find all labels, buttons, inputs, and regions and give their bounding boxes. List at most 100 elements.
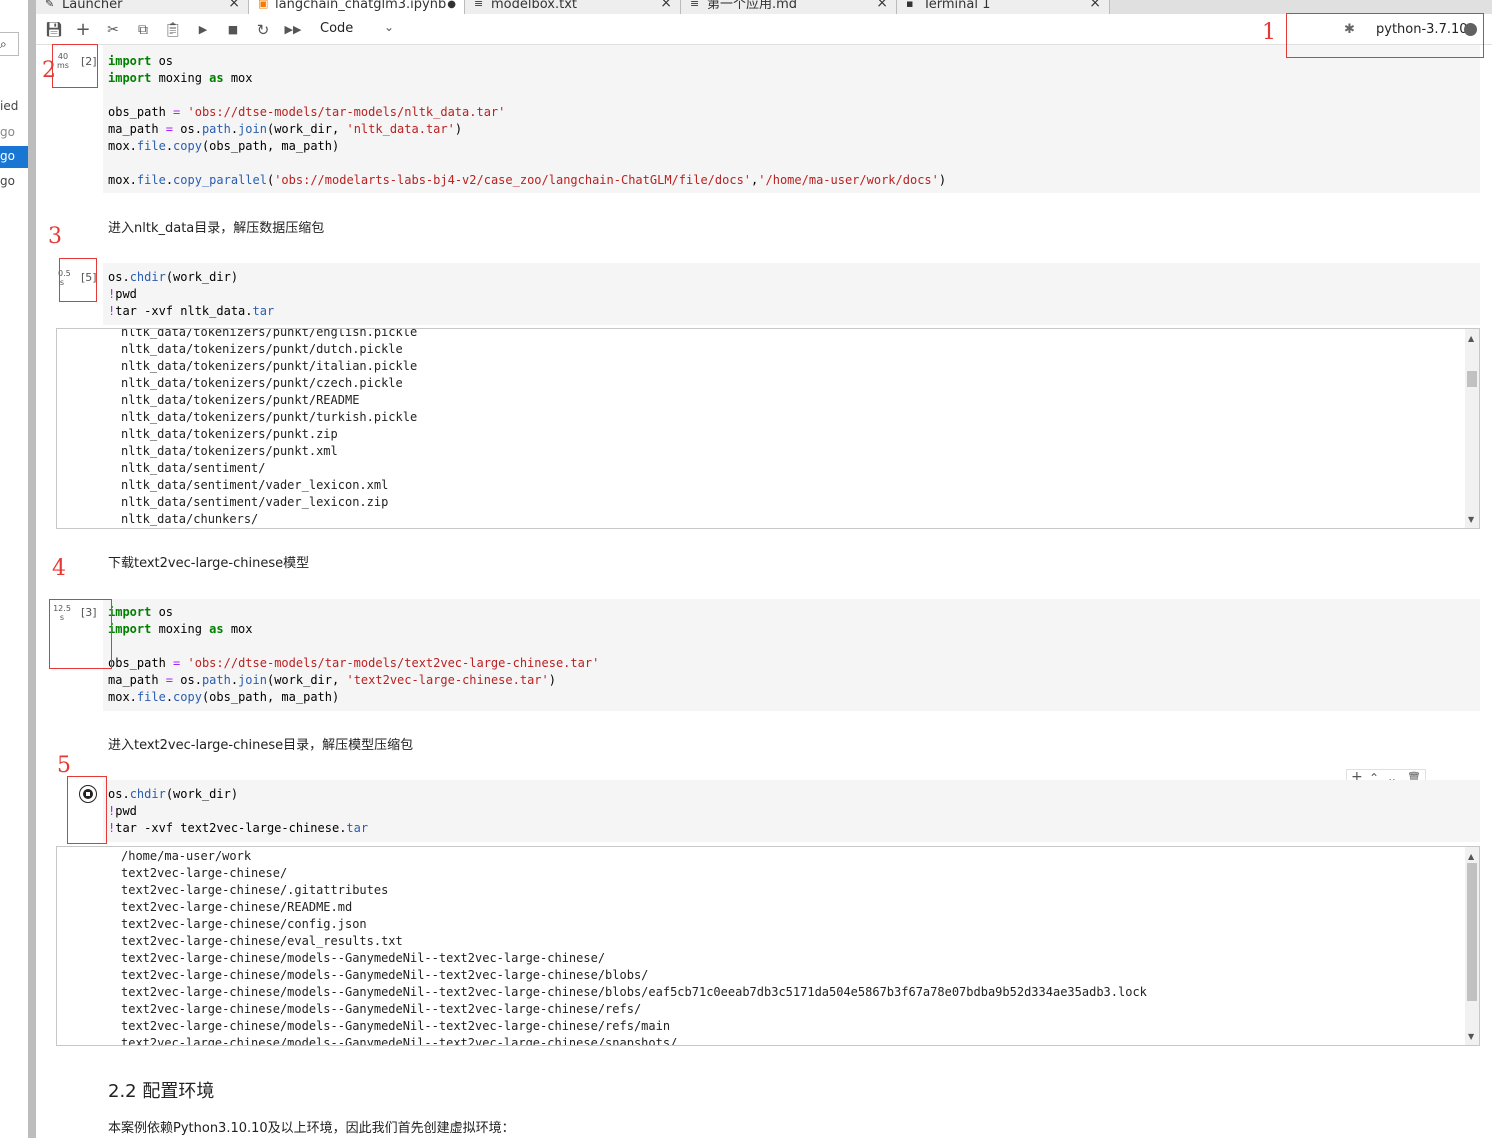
- output-line: nltk_data/tokenizers/punkt/english.pickl…: [121, 328, 418, 339]
- code-cell[interactable]: os.chdir(work_dir) !pwd !tar -xvf nltk_dat…: [103, 263, 1480, 325]
- output-line: text2vec-large-chinese/models--GanymedeN…: [121, 968, 649, 982]
- code-line: os.chdir(work_dir): [108, 787, 239, 801]
- panel-resize-handle[interactable]: [28, 0, 36, 1138]
- output-line: nltk_data/sentiment/vader_lexicon.zip: [121, 495, 389, 509]
- save-icon[interactable]: 💾︎: [44, 20, 64, 40]
- code-editor[interactable]: os.chdir(work_dir) !pwd !tar -xvf text2vec…: [108, 786, 368, 837]
- tab-modelbox[interactable]: ≡ modelbox.txt ×: [465, 0, 681, 14]
- output-line: text2vec-large-chinese/README.md: [121, 900, 353, 914]
- terminal-icon: ▪: [906, 0, 914, 10]
- tab-notebook[interactable]: ▣ langchain_chatglm3.ipynb ●: [249, 0, 465, 14]
- output-line: nltk_data/tokenizers/punkt.zip: [121, 427, 338, 441]
- annotation-box: [59, 258, 97, 302]
- scroll-thumb[interactable]: [1467, 371, 1477, 387]
- stop-icon[interactable]: ■: [223, 20, 243, 40]
- scroll-up-icon[interactable]: ▲: [1468, 852, 1474, 861]
- output-line: nltk_data/sentiment/: [121, 461, 266, 475]
- code-line: os.chdir(work_dir): [108, 270, 239, 284]
- add-cell-icon[interactable]: +: [73, 20, 93, 40]
- markdown-cell: 进入nltk_data目录，解压数据压缩包: [108, 221, 325, 236]
- output-line: nltk_data/tokenizers/punkt/README: [121, 393, 360, 407]
- code-line: mox.file.copy(obs_path, ma_path): [108, 690, 340, 704]
- output-line: nltk_data/tokenizers/punkt/dutch.pickle: [121, 342, 403, 356]
- markdown-file-icon: ≡: [690, 0, 700, 10]
- restart-icon[interactable]: ↻: [253, 20, 273, 40]
- annotation-box: [1286, 13, 1484, 58]
- markdown-cell: 进入text2vec-large-chinese目录，解压模型压缩包: [108, 738, 414, 753]
- code-line: import os: [108, 54, 174, 68]
- tab-launcher[interactable]: ✎ Launcher ×: [36, 0, 249, 14]
- code-line: mox.file.copy(obs_path, ma_path): [108, 139, 340, 153]
- cut-icon[interactable]: ✂: [103, 20, 123, 40]
- code-line: !tar -xvf text2vec-large-chinese.tar: [108, 821, 369, 835]
- annotation-number: 4: [52, 556, 66, 581]
- output-text: /home/ma-user/work text2vec-large-chinese…: [121, 848, 1147, 1046]
- output-text: nltk_data/tokenizers/punkt/english.pickl…: [121, 328, 418, 528]
- run-icon[interactable]: ▶: [193, 20, 213, 40]
- code-line: ma_path = os.path.join(work_dir, 'text2v…: [108, 673, 556, 687]
- section-heading: 2.2 配置环境: [108, 1081, 215, 1102]
- notebook-icon: ▣: [258, 0, 269, 10]
- file-browser-panel: ⌕ ied go go go: [0, 0, 28, 1138]
- code-line: !tar -xvf nltk_data.tar: [108, 304, 275, 318]
- annotation-box: [52, 44, 98, 88]
- code-line: !pwd: [108, 287, 137, 301]
- tab-terminal[interactable]: ▪ Terminal 1 ×: [897, 0, 1110, 14]
- code-editor[interactable]: import os import moxing as mox obs_path = …: [108, 604, 599, 706]
- tab-bar: ✎ Launcher × ▣ langchain_chatglm3.ipynb …: [36, 0, 1492, 14]
- tab-label: langchain_chatglm3.ipynb: [275, 0, 447, 12]
- scroll-down-icon[interactable]: ▼: [1468, 1032, 1474, 1041]
- code-editor[interactable]: import os import moxing as mox obs_path = …: [108, 53, 946, 189]
- code-cell[interactable]: import os import moxing as mox obs_path = …: [103, 45, 1480, 193]
- annotation-number: 1: [1262, 20, 1276, 45]
- section-paragraph: 本案例依赖Python3.10.10及以上环境，因此我们首先创建虚拟环境：: [108, 1121, 515, 1136]
- output-scrollbar[interactable]: ▲ ▼: [1465, 847, 1479, 1045]
- output-line: /home/ma-user/work: [121, 849, 252, 863]
- output-line: text2vec-large-chinese/eval_results.txt: [121, 934, 403, 948]
- modified-dot-icon[interactable]: ●: [447, 0, 456, 10]
- code-line: obs_path = 'obs://dtse-models/tar-models…: [108, 656, 600, 670]
- output-scrollbar[interactable]: ▲ ▼: [1465, 329, 1479, 528]
- code-line: !pwd: [108, 804, 137, 818]
- code-line: obs_path = 'obs://dtse-models/tar-models…: [108, 105, 506, 119]
- annotation-number: 2: [42, 58, 56, 83]
- markdown-cell: 下载text2vec-large-chinese模型: [108, 556, 310, 571]
- code-cell[interactable]: import os import moxing as mox obs_path = …: [103, 599, 1480, 711]
- output-line: text2vec-large-chinese/models--GanymedeN…: [121, 1036, 678, 1046]
- annotation-number: 3: [48, 224, 62, 249]
- fast-forward-icon[interactable]: ▶▶: [283, 20, 303, 40]
- cell-type-select[interactable]: Code: [320, 21, 353, 36]
- output-line: text2vec-large-chinese/models--GanymedeN…: [121, 985, 1147, 999]
- file-item[interactable]: go: [0, 174, 15, 188]
- file-item[interactable]: go: [0, 125, 15, 139]
- output-line: text2vec-large-chinese/models--GanymedeN…: [121, 951, 606, 965]
- close-icon[interactable]: ×: [660, 0, 672, 10]
- text-file-icon: ≡: [474, 0, 484, 10]
- code-line: mox.file.copy_parallel('obs://modelarts-…: [108, 173, 947, 187]
- annotation-box: [49, 599, 112, 669]
- tab-label: 第一个应用.md: [707, 0, 798, 12]
- tab-markdown[interactable]: ≡ 第一个应用.md ×: [681, 0, 897, 14]
- code-editor[interactable]: os.chdir(work_dir) !pwd !tar -xvf nltk_dat…: [108, 269, 274, 320]
- code-line: ma_path = os.path.join(work_dir, 'nltk_d…: [108, 122, 463, 136]
- cell-output: nltk_data/tokenizers/punkt/english.pickl…: [56, 328, 1480, 529]
- output-line: nltk_data/tokenizers/punkt/italian.pickl…: [121, 359, 418, 373]
- code-cell[interactable]: os.chdir(work_dir) !pwd !tar -xvf text2vec…: [103, 780, 1480, 842]
- close-icon[interactable]: ×: [876, 0, 888, 10]
- file-item[interactable]: ied: [0, 99, 18, 113]
- scroll-up-icon[interactable]: ▲: [1468, 334, 1474, 343]
- scroll-down-icon[interactable]: ▼: [1468, 515, 1474, 524]
- scroll-thumb[interactable]: [1467, 863, 1477, 1001]
- copy-icon[interactable]: ⧉: [133, 20, 153, 40]
- output-line: nltk_data/tokenizers/punkt.xml: [121, 444, 338, 458]
- chevron-down-icon[interactable]: ⌄: [384, 20, 394, 34]
- search-icon[interactable]: ⌕: [0, 32, 19, 56]
- output-line: text2vec-large-chinese/.gitattributes: [121, 883, 389, 897]
- close-icon[interactable]: ×: [228, 0, 240, 10]
- paste-icon[interactable]: 📋︎: [163, 20, 183, 40]
- code-line: import moxing as mox: [108, 622, 253, 636]
- file-item-selected[interactable]: go: [0, 146, 28, 168]
- close-icon[interactable]: ×: [1089, 0, 1101, 10]
